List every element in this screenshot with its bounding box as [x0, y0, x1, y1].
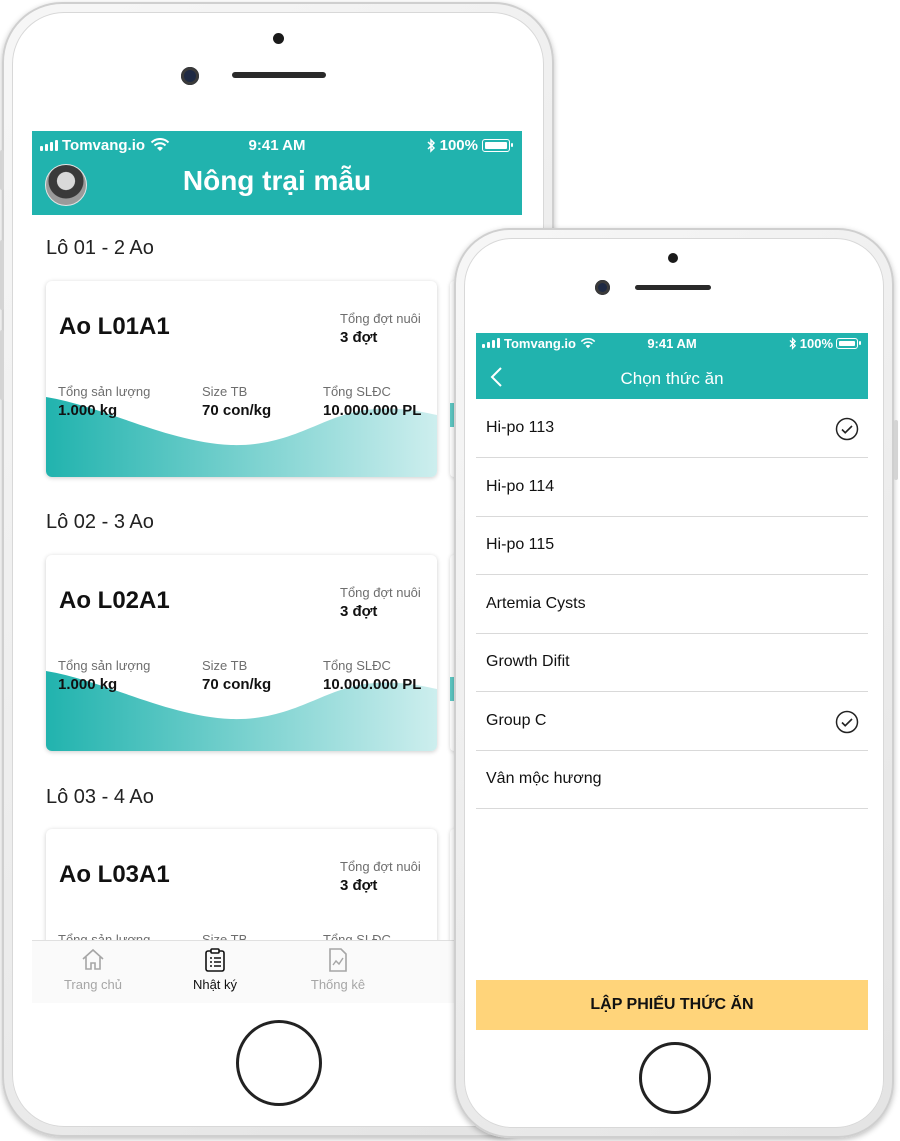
- left-phone-screen: Tomvang.io 9:41 AM 100% Nông trại mẫu Lô…: [32, 131, 522, 1003]
- seed-label: Tổng SLĐC: [323, 658, 391, 673]
- pond-card[interactable]: Ao L01A1 Tổng đợt nuôi 3 đợt Tổng sản lư…: [46, 281, 437, 477]
- output-value: 1.000 kg: [58, 676, 118, 693]
- size-label: Size TB: [202, 658, 248, 673]
- batch-label: Tổng đợt nuôi: [340, 311, 421, 326]
- feed-option-row[interactable]: Hi-po 114: [476, 459, 868, 517]
- left-phone-volume-up: [0, 240, 4, 310]
- right-phone-front-camera: [595, 280, 610, 295]
- batch-label: Tổng đợt nuôi: [340, 859, 421, 874]
- feed-option-label: Vân mộc hương: [486, 770, 602, 787]
- pond-name: Ao L03A1: [59, 861, 170, 888]
- tab-label: Trang chủ: [63, 977, 123, 992]
- status-time: 9:41 AM: [248, 136, 306, 154]
- feed-option-row[interactable]: Group C: [476, 693, 868, 751]
- feed-option-label: Hi-po 114: [486, 477, 555, 495]
- output-label: Tổng sản lượng: [58, 658, 151, 673]
- page-title: Chọn thức ăn: [620, 369, 724, 388]
- checkmark-circle-icon: [835, 710, 859, 733]
- tab-label: Nhật ký: [192, 977, 238, 992]
- section-title: Lô 01 - 2 Ao: [46, 237, 154, 259]
- status-bar: Tomvang.io 9:41 AM 100%: [32, 131, 522, 159]
- battery-icon: [482, 138, 513, 152]
- pond-name: Ao L01A1: [59, 313, 170, 340]
- feed-option-row[interactable]: Hi-po 113: [476, 400, 868, 458]
- section-title: Lô 02 - 3 Ao: [46, 511, 154, 533]
- size-value: 70 con/kg: [202, 676, 272, 693]
- home-icon: [82, 948, 104, 970]
- size-value: 70 con/kg: [202, 402, 272, 419]
- feed-option-label: Growth Difit: [486, 653, 570, 670]
- left-phone-home-button[interactable]: [236, 1020, 322, 1106]
- tab-diary[interactable]: Nhật ký: [170, 947, 260, 992]
- batch-value: 3 đợt: [340, 603, 378, 620]
- report-chart-icon: [329, 948, 347, 972]
- output-value: 1.000 kg: [58, 402, 118, 419]
- feed-option-label: Artemia Cysts: [486, 594, 586, 612]
- tab-label: Thống kê: [310, 977, 366, 992]
- feed-option-label: Hi-po 113: [486, 419, 555, 436]
- status-bar: Tomvang.io 9:41 AM 100%: [476, 333, 868, 353]
- left-phone-front-camera: [181, 67, 199, 85]
- right-phone-speaker: [635, 285, 711, 290]
- feed-option-label: Group C: [486, 711, 547, 729]
- tab-statistics[interactable]: Thống kê: [293, 947, 383, 992]
- feed-option-row[interactable]: Vân mộc hương: [476, 751, 868, 809]
- feed-option-row[interactable]: Growth Difit: [476, 634, 868, 692]
- tab-bar: Trang chủ Nhật ký Thống kê T: [32, 940, 522, 1003]
- left-phone-sensor: [273, 33, 284, 44]
- seed-value: 10.000.000 PL: [323, 676, 422, 693]
- feed-option-row[interactable]: Artemia Cysts: [476, 576, 868, 634]
- feed-option-row[interactable]: Hi-po 115: [476, 517, 868, 575]
- batch-label: Tổng đợt nuôi: [340, 585, 421, 600]
- batch-value: 3 đợt: [340, 329, 378, 346]
- page-title: Nông trại mẫu: [182, 165, 372, 196]
- right-phone-sensor: [668, 253, 678, 263]
- seed-label: Tổng SLĐC: [323, 384, 391, 399]
- tab-home[interactable]: Trang chủ: [48, 947, 138, 992]
- pond-card[interactable]: Ao L02A1 Tổng đợt nuôi 3 đợt Tổng sản lư…: [46, 555, 437, 751]
- status-time: 9:41 AM: [647, 335, 697, 351]
- pond-name: Ao L02A1: [59, 587, 170, 614]
- battery-icon: [836, 337, 861, 349]
- left-phone-volume-down: [0, 330, 4, 400]
- left-phone-mute-switch: [0, 150, 4, 190]
- left-phone-speaker: [232, 72, 326, 78]
- create-feed-slip-button[interactable]: LẬP PHIẾU THỨC ĂN: [476, 980, 868, 1030]
- right-phone-home-button[interactable]: [639, 1042, 711, 1114]
- section-title: Lô 03 - 4 Ao: [46, 786, 154, 808]
- size-label: Size TB: [202, 384, 248, 399]
- clipboard-list-icon: [205, 948, 225, 972]
- batch-value: 3 đợt: [340, 877, 378, 894]
- right-phone-side-button: [894, 420, 898, 480]
- right-phone-screen: Tomvang.io 9:41 AM 100% Chọn thức ăn Hi-…: [476, 333, 868, 1030]
- feed-option-label: Hi-po 115: [486, 536, 555, 553]
- output-label: Tổng sản lượng: [58, 384, 151, 399]
- seed-value: 10.000.000 PL: [323, 402, 422, 419]
- checkmark-circle-icon: [835, 417, 859, 441]
